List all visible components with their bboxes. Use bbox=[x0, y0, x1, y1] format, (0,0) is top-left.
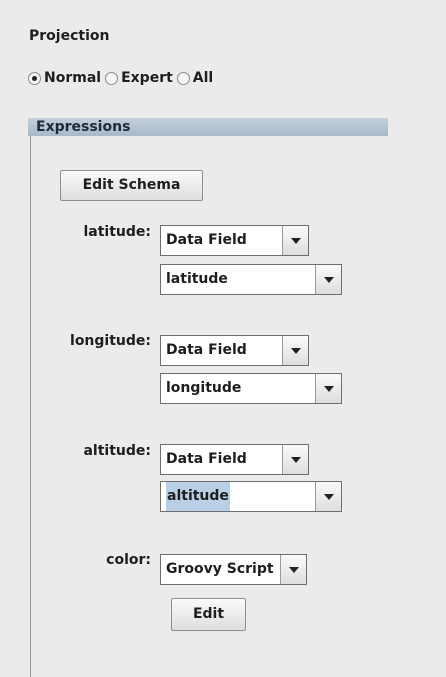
mode-all-label: All bbox=[192, 70, 214, 86]
chevron-down-icon[interactable] bbox=[315, 265, 341, 294]
latitude-label: latitude: bbox=[83, 224, 151, 240]
chevron-down-icon[interactable] bbox=[282, 445, 308, 474]
latitude-value: latitude bbox=[166, 271, 228, 287]
expressions-border bbox=[30, 136, 31, 677]
mode-expert-radio[interactable]: Expert bbox=[105, 70, 173, 86]
color-type-value: Groovy Script bbox=[166, 561, 274, 577]
expressions-header: Expressions bbox=[28, 118, 388, 136]
radio-unselected-icon bbox=[176, 71, 190, 85]
mode-expert-label: Expert bbox=[121, 70, 173, 86]
mode-normal-label: Normal bbox=[44, 70, 102, 86]
color-label: color: bbox=[106, 552, 151, 568]
altitude-type-value: Data Field bbox=[166, 451, 247, 467]
longitude-value: longitude bbox=[166, 380, 242, 396]
longitude-type-dropdown[interactable]: Data Field bbox=[160, 335, 309, 366]
latitude-type-value: Data Field bbox=[166, 232, 247, 248]
chevron-down-icon[interactable] bbox=[282, 226, 308, 255]
chevron-down-icon[interactable] bbox=[280, 555, 306, 584]
radio-selected-icon bbox=[28, 71, 41, 85]
projection-mode-group: Normal Expert All bbox=[28, 70, 217, 86]
altitude-type-dropdown[interactable]: Data Field bbox=[160, 444, 309, 475]
chevron-down-icon[interactable] bbox=[315, 374, 341, 403]
color-edit-button[interactable]: Edit bbox=[171, 598, 246, 631]
longitude-type-value: Data Field bbox=[166, 342, 247, 358]
latitude-type-dropdown[interactable]: Data Field bbox=[160, 225, 309, 256]
altitude-value[interactable]: altitude bbox=[166, 482, 230, 511]
mode-all-radio[interactable]: All bbox=[176, 70, 214, 86]
altitude-label: altitude: bbox=[83, 443, 151, 459]
longitude-label: longitude: bbox=[70, 333, 151, 349]
latitude-value-dropdown[interactable]: latitude bbox=[160, 264, 342, 295]
projection-title: Projection bbox=[29, 28, 110, 44]
chevron-down-icon[interactable] bbox=[315, 482, 341, 511]
radio-unselected-icon bbox=[105, 71, 119, 85]
mode-normal-radio[interactable]: Normal bbox=[28, 70, 101, 86]
longitude-value-dropdown[interactable]: longitude bbox=[160, 373, 342, 404]
altitude-value-dropdown[interactable]: altitude bbox=[160, 481, 342, 512]
chevron-down-icon[interactable] bbox=[282, 336, 308, 365]
color-type-dropdown[interactable]: Groovy Script bbox=[160, 554, 307, 585]
edit-schema-button[interactable]: Edit Schema bbox=[60, 170, 203, 201]
